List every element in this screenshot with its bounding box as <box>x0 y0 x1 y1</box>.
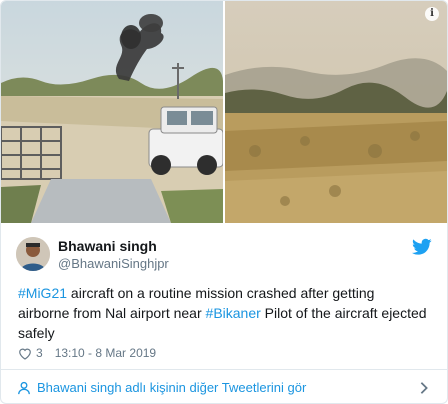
hashtag-mig21[interactable]: #MiG21 <box>18 285 67 301</box>
author-names: Bhawani singh @BhawaniSinghjpr <box>58 237 169 272</box>
author-display-name[interactable]: Bhawani singh <box>58 237 169 255</box>
avatar[interactable] <box>16 237 50 271</box>
person-icon <box>18 381 30 394</box>
avatar-image <box>16 237 50 271</box>
embedded-tweet: i Bhawani singh @BhawaniSinghjpr #MiG21 … <box>0 0 448 404</box>
heart-icon[interactable] <box>18 347 32 360</box>
photo-crash-smoke[interactable] <box>1 1 223 223</box>
tweet-meta: 3 13:10 - 8 Mar 2019 <box>18 345 156 361</box>
tweet-author[interactable]: Bhawani singh @BhawaniSinghjpr <box>16 234 432 274</box>
tweet-media[interactable]: i <box>1 1 447 223</box>
photo-field-smoke-image <box>225 1 447 223</box>
chevron-right-icon[interactable] <box>419 381 429 395</box>
author-handle[interactable]: @BhawaniSinghjpr <box>58 255 169 272</box>
more-tweets-link[interactable]: Bhawani singh adlı kişinin diğer Tweetle… <box>1 369 447 403</box>
twitter-bird-icon[interactable] <box>412 238 432 256</box>
hashtag-bikaner[interactable]: #Bikaner <box>206 305 261 321</box>
photo-crash-smoke-image <box>1 1 223 223</box>
photo-field-smoke[interactable]: i <box>225 1 447 223</box>
tweet-text: #MiG21 aircraft on a routine mission cra… <box>18 283 428 343</box>
tweet-timestamp[interactable]: 13:10 - 8 Mar 2019 <box>55 346 156 360</box>
more-tweets-label[interactable]: Bhawani singh adlı kişinin diğer Tweetle… <box>37 380 306 395</box>
info-icon[interactable]: i <box>425 7 439 21</box>
like-count[interactable]: 3 <box>36 346 43 360</box>
